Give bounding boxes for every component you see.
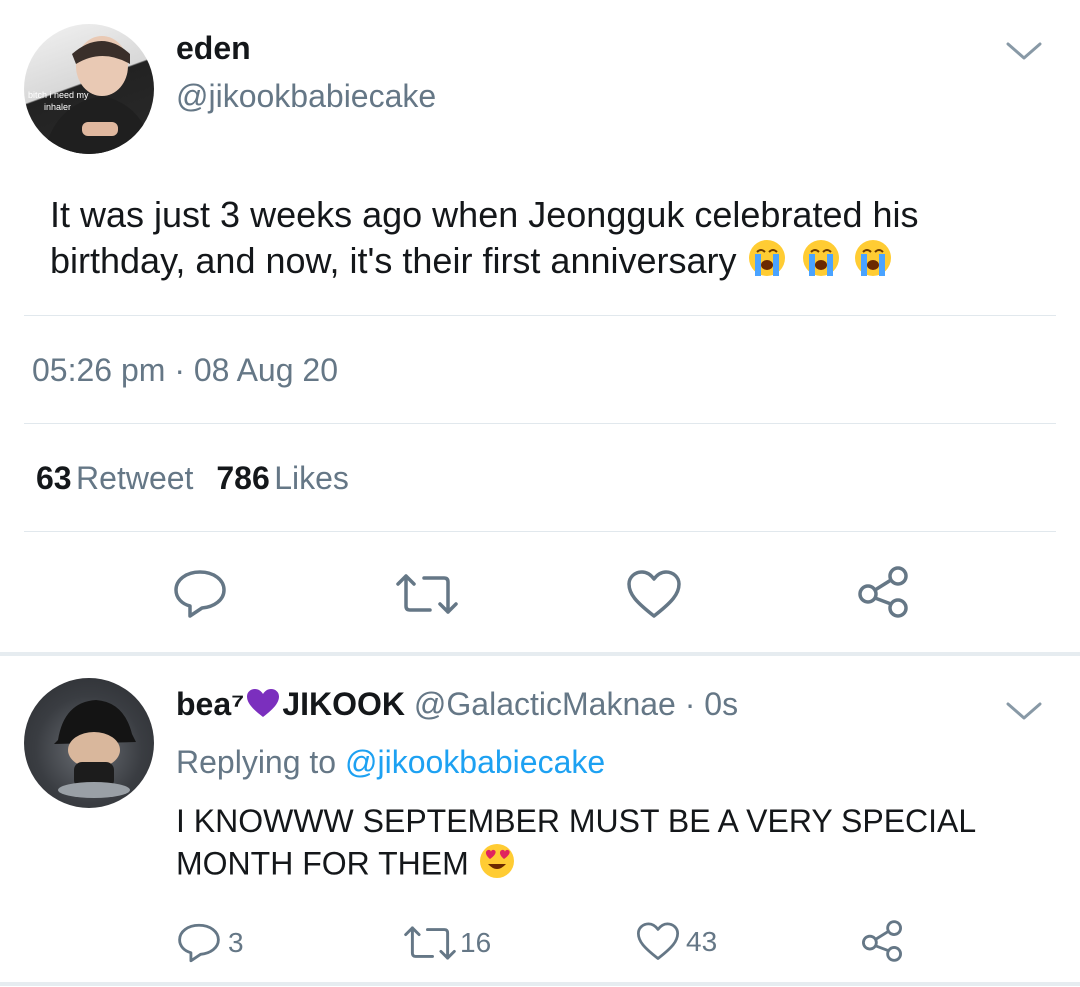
- reply-time: 0s: [704, 686, 739, 722]
- svg-text:inhaler: inhaler: [44, 102, 71, 112]
- share-icon[interactable]: [856, 566, 910, 618]
- section-divider: [0, 652, 1080, 656]
- divider: [24, 531, 1056, 532]
- divider: [24, 315, 1056, 316]
- heart-icon[interactable]: [626, 570, 682, 620]
- like-action[interactable]: 43: [636, 922, 717, 962]
- reply-count: 3: [228, 927, 244, 958]
- retweet-action[interactable]: 16: [404, 924, 491, 962]
- retweet-icon[interactable]: [396, 572, 458, 616]
- reply-display-name[interactable]: bea⁷ JIKOOK: [176, 686, 414, 722]
- avatar[interactable]: [24, 678, 154, 808]
- section-divider: [0, 982, 1080, 986]
- retweet-icon[interactable]: [404, 924, 456, 962]
- retweet-label[interactable]: Retweet: [76, 460, 193, 496]
- tweet-timestamp: 05:26 pm · 08 Aug 20: [32, 352, 338, 388]
- reply-action[interactable]: 3: [176, 922, 244, 964]
- like-count[interactable]: 786: [216, 460, 269, 496]
- avatar-caption: bitch i need my: [28, 90, 89, 100]
- crying-face-emoji: [747, 238, 895, 289]
- chevron-down-icon[interactable]: [1004, 698, 1044, 724]
- reply-handle[interactable]: @GalacticMaknae: [414, 686, 676, 722]
- display-name[interactable]: eden: [176, 30, 251, 67]
- tweet-text: It was just 3 weeks ago when Jeongguk ce…: [50, 192, 1040, 289]
- reply-icon[interactable]: [176, 922, 222, 964]
- divider: [24, 423, 1056, 424]
- reply-text: I KNOWWW SEPTEMBER MUST BE A VERY SPECIA…: [176, 800, 1036, 890]
- purple-heart-emoji: [246, 688, 280, 726]
- reply-icon[interactable]: [172, 568, 228, 620]
- heart-eyes-emoji: [478, 842, 516, 890]
- retweet-count: 16: [460, 927, 492, 958]
- retweet-count[interactable]: 63: [36, 460, 72, 496]
- replying-to: Replying to @jikookbabiecake: [176, 744, 606, 780]
- like-count: 43: [686, 926, 718, 957]
- chevron-down-icon[interactable]: [1004, 38, 1044, 64]
- tweet-stats: 63 Retweet 786 Likes: [36, 460, 349, 497]
- heart-icon[interactable]: [636, 922, 680, 962]
- user-handle[interactable]: @jikookbabiecake: [176, 78, 436, 115]
- reply-header: bea⁷ JIKOOK @GalacticMaknae · 0s: [176, 686, 738, 726]
- share-icon[interactable]: [860, 920, 904, 962]
- avatar[interactable]: bitch i need my inhaler: [24, 24, 154, 154]
- replying-to-link[interactable]: @jikookbabiecake: [345, 744, 605, 780]
- like-label[interactable]: Likes: [274, 460, 349, 496]
